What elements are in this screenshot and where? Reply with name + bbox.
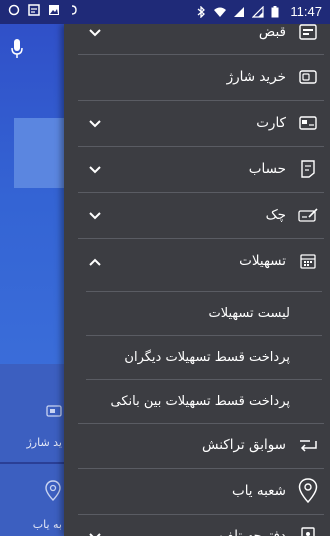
menu-item-label: قبض (258, 24, 286, 40)
circle-outline-icon (8, 4, 20, 16)
account-icon (298, 159, 318, 179)
divider (78, 468, 324, 469)
image-icon (48, 4, 60, 16)
menu-item-label: چک (265, 207, 286, 223)
sim-card-icon (46, 402, 62, 421)
submenu-item-label: لیست تسهیلات (208, 305, 290, 321)
divider (78, 192, 324, 193)
battery-icon (271, 5, 283, 18)
divider (78, 238, 324, 239)
bill-icon (298, 24, 318, 42)
wifi-icon (214, 6, 227, 18)
divider (78, 100, 324, 101)
menu-item-label: تسهیلات (239, 253, 286, 269)
chevron-down-icon (88, 25, 102, 39)
divider (78, 54, 324, 55)
microphone-icon[interactable] (10, 38, 24, 64)
phonebook-icon (298, 526, 318, 536)
location-pin-icon (296, 478, 320, 504)
menu-item-buy-charge[interactable]: خرید شارژ (64, 56, 330, 98)
chevron-up-icon (88, 254, 102, 268)
notification-icon (68, 4, 80, 16)
menu-item-phonebook[interactable]: دفترچه تلفن (64, 518, 330, 536)
cheque-icon (298, 205, 318, 225)
card-icon (298, 113, 318, 133)
signal-icon (251, 5, 265, 18)
menu-item-account[interactable]: حساب (64, 148, 330, 190)
app-box-icon (28, 4, 40, 16)
background-card (14, 118, 70, 188)
menu-item-cheque[interactable]: چک (64, 194, 330, 236)
menu-item-bills[interactable]: قبض (64, 24, 330, 48)
status-time: 11:47 (290, 4, 322, 19)
menu-item-label: حساب (248, 161, 286, 177)
loan-icon (298, 251, 318, 271)
sim-card-icon (298, 67, 318, 87)
background-divider (0, 462, 70, 464)
location-pin-icon (44, 480, 62, 506)
background-app: ید شارژ به یاب (0, 24, 70, 536)
transfer-icon (298, 435, 318, 455)
chevron-down-icon (88, 162, 102, 176)
menu-item-label: دفترچه تلفن (216, 528, 286, 536)
bluetooth-icon (195, 4, 207, 19)
submenu-item-pay-others-loan[interactable]: پرداخت قسط تسهیلات دیگران (64, 336, 330, 378)
menu-item-branch-finder[interactable]: شعبه یاب (64, 470, 330, 512)
divider (78, 514, 324, 515)
menu-item-label: سوابق تراکنش (201, 437, 286, 453)
status-bar: 11:47 (0, 0, 330, 24)
menu-item-loans[interactable]: تسهیلات (64, 240, 330, 282)
menu-item-label: خرید شارژ (226, 69, 286, 85)
submenu-item-label: پرداخت قسط تسهیلات بین بانکی (110, 393, 290, 409)
submenu-item-pay-interbank-loan[interactable]: پرداخت قسط تسهیلات بین بانکی (64, 380, 330, 422)
signal-icon (233, 6, 245, 18)
background-item-label: ید شارژ (26, 436, 62, 449)
menu-item-label: شعبه یاب (231, 483, 286, 499)
background-item-label: به یاب (32, 518, 62, 531)
background-menu (0, 364, 70, 536)
menu-item-transaction-history[interactable]: سوابق تراکنش (64, 424, 330, 466)
submenu-item-loan-list[interactable]: لیست تسهیلات (64, 292, 330, 334)
menu-item-card[interactable]: کارت (64, 102, 330, 144)
chevron-down-icon (88, 116, 102, 130)
menu-item-label: کارت (256, 115, 286, 131)
chevron-down-icon (88, 529, 102, 536)
divider (78, 146, 324, 147)
submenu-item-label: پرداخت قسط تسهیلات دیگران (124, 349, 290, 365)
chevron-down-icon (88, 208, 102, 222)
navigation-drawer: قبض خرید شارژ کارت حساب چک تسهیلات لیست … (64, 24, 330, 536)
